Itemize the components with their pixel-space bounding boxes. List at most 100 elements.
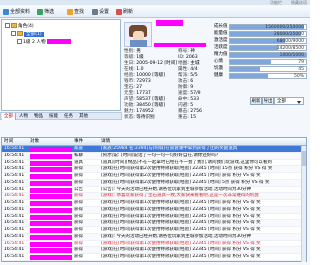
expand-box-icon[interactable] — [5, 23, 10, 28]
cell-object — [30, 147, 72, 152]
table-row[interactable]: 16:54:41 获得 [游戏]在[时间]获得第1次使用特效获取[经验] 22345… — [2, 254, 306, 261]
table-row[interactable]: 16:54:41 获得 [游戏]在[时间]获得第1次使用特效获取[经验] 22345… — [2, 227, 306, 234]
table-row[interactable]: 16:54:41 获得 [游戏]在[时间]获得第1次使用特效获取[经验] 22345… — [2, 200, 306, 207]
cell-time: 16:54:41 — [4, 193, 25, 199]
settings-button[interactable]: 设置 — [92, 8, 109, 16]
cell-object — [30, 180, 72, 186]
cell-time: 16:54:41 — [4, 200, 25, 205]
checkbox-icon[interactable] — [17, 39, 22, 44]
cell-event: 获得 — [74, 227, 83, 232]
stat-energy: 能量值 28000/25000 — [214, 31, 307, 37]
cell-time: 16:54:41 — [4, 179, 25, 185]
stat-growth: 成长值 1560000/250000 — [214, 24, 307, 30]
cell-object — [30, 174, 72, 179]
avatar-body — [130, 40, 147, 47]
cell-event: 私聊 — [74, 152, 83, 158]
grid-header: 时间 对象 事件 详情 — [2, 138, 306, 146]
table-row[interactable]: 16:54:41 获得 [游戏]在[时间]获得第1次使用特效获取[经验] 22345… — [2, 247, 306, 254]
scroll-thumb[interactable] — [302, 151, 306, 166]
cell-time: 16:54:41 — [4, 233, 25, 239]
cell-event: 获得 — [74, 193, 83, 199]
vertical-scrollbar[interactable] — [301, 146, 306, 262]
cell-object — [30, 221, 72, 227]
export-mini-button[interactable]: 导出 — [262, 97, 274, 105]
stat-mood: 心情 79 — [214, 59, 307, 65]
table-row[interactable]: 16:54:41 获得 [游戏]在[时间]获得第1次使用特效获取[经验] 22345… — [2, 206, 306, 214]
all-info-button[interactable]: 全部资料 — [3, 8, 30, 16]
folder-icon — [11, 23, 17, 28]
cell-time: 16:54:41 — [4, 213, 25, 219]
cell-detail: [游戏]: 今天的活动已经开始,请各位玩家到主城参加活动,活动时间为30分钟 — [101, 233, 252, 239]
table-row[interactable]: 16:54:41 私聊 [阿尔]说: [时间]说话了一句一句一句好好自在,请你还好吗… — [2, 152, 306, 160]
cell-detail: [游戏]: 恭喜玩家获得了宝石道具一枚,大家快来看看吧,这是一次非常难得的机会 — [101, 193, 259, 199]
cell-time: 16:54:41 — [4, 240, 25, 246]
cell-detail: [游戏]在[时间]获得第2次使用特效获取[经验] 22345 [时间] 5点 获… — [101, 179, 270, 185]
table-row[interactable]: 16:54:41 公告 [公告]: 今天的活动已经开始,请各位玩家到主城参加活动,活… — [2, 187, 306, 194]
tab-tasks[interactable]: 任务 — [62, 113, 75, 120]
cell-time: 16:54:41 — [4, 186, 25, 192]
cell-object — [30, 234, 72, 240]
tree-root[interactable]: 角色(4) — [5, 23, 34, 31]
cell-event: 获得 — [74, 213, 83, 219]
side-tabs: 全部 人物 物品 技能 任务 其他 — [0, 112, 122, 120]
cell-time: 16:54:41 — [4, 152, 25, 158]
cell-detail: [游戏]在[时间]获得第1次使用特效获取[经验] 22345 [时间] 获得 积… — [101, 247, 261, 253]
cell-detail: [游戏]在[时间]获得第1次使用特效获取[经验] 22345 [时间] 获得 积… — [101, 254, 261, 259]
top-strip: 功能栏 隐藏选项 — [0, 0, 310, 5]
cell-time: 16:54:41 — [4, 159, 25, 165]
table-row[interactable]: 16:54:41 获得 [游戏]: 恭喜玩家获得了宝石道具一枚,大家快来看看吧,这是… — [2, 193, 306, 200]
cell-event: 获得 — [74, 179, 83, 185]
character-avatar — [124, 22, 152, 47]
cell-object — [30, 160, 72, 166]
cell-object — [30, 248, 72, 254]
tree-item-character[interactable]: 1级 2 人物 — [17, 39, 71, 47]
refresh-mini-button[interactable]: 刷新 — [250, 97, 262, 105]
table-row[interactable]: 16:54:41 获得 [游戏]在[时间]获得第1次使用特效获取[经验] 22345… — [2, 214, 306, 221]
cell-event: 获得 — [74, 233, 83, 239]
header-time[interactable]: 时间 — [4, 138, 13, 146]
cell-object — [30, 214, 72, 220]
table-row[interactable]: 16:54:41 获得 [游戏]在[时间]获得第2次使用特效获取[经验] 22345… — [2, 166, 306, 173]
cell-detail: [道具][时间][物品]不在一起拿时已经在不一会了我们,请问我们玩游戏,这里你可… — [101, 159, 272, 165]
cell-detail: [游戏]在[时间]获得第1次使用特效获取[经验] 22345 [时间] 获得 积… — [101, 227, 261, 232]
table-row[interactable]: 16:54:41 获得 [游戏]在[时间]获得第2次使用特效获取[经验] 22345… — [2, 173, 306, 180]
profile-right-line-11: 重击: 15 — [178, 115, 197, 120]
redacted-name-block — [156, 20, 183, 26]
table-row[interactable]: 16:54:41 获得 [游戏]在[时间]获得第1次使用特效获取[经验] 22345… — [2, 220, 306, 227]
cell-event: 获得 — [74, 254, 83, 259]
cell-event: 家族 — [74, 146, 83, 151]
table-row[interactable]: 16:54:41 道具 [道具][时间][物品]不在一起拿时已经在不一会了我们,请问… — [2, 160, 306, 167]
stat-activation: 激活度 68000/9000 — [214, 38, 307, 44]
redacted-name — [46, 39, 71, 44]
tree-item-selected[interactable]: 全部(1) — [11, 31, 44, 39]
refresh-button[interactable]: 刷新 — [116, 8, 133, 16]
tab-items[interactable]: 物品 — [32, 113, 45, 120]
cell-detail: [游戏]在[时间]获得第1次使用特效获取[经验] 22345 [时间] 获得 积… — [101, 213, 261, 219]
cell-object — [30, 241, 72, 247]
cell-object — [30, 187, 72, 193]
cell-event: 获得 — [74, 173, 83, 178]
header-object[interactable]: 对象 — [30, 138, 39, 146]
expand-box-icon[interactable] — [11, 31, 16, 36]
tab-skills[interactable]: 技能 — [47, 113, 60, 120]
table-row[interactable]: 16:54:41 获得 [游戏]: 今天的活动已经开始,请各位玩家到主城参加活动,活… — [2, 233, 306, 241]
cell-event: 获得 — [74, 220, 83, 226]
filter-button[interactable]: 筛选 — [37, 8, 54, 16]
tab-all[interactable]: 全部 — [2, 113, 16, 120]
cell-event: 公告 — [74, 186, 83, 192]
table-row[interactable]: 16:54:41 家族 [家族:25984 名:2394]与[阿城]在雷霆湖中拿到获… — [2, 146, 306, 153]
header-event[interactable]: 事件 — [74, 138, 83, 146]
stat-hunger: 饥饿 45 — [214, 66, 307, 72]
category-dropdown[interactable]: 全部 — [274, 97, 304, 105]
folder-icon — [17, 31, 23, 36]
find-button[interactable]: 查找 — [67, 8, 84, 16]
profile-right: 称号: 神 ID: 2063 地图: 主城 属性: 4/4 帮派: 5/5 攻击… — [178, 49, 202, 121]
header-detail[interactable]: 详情 — [101, 138, 110, 146]
table-row[interactable]: 16:54:41 获得 [游戏]在[时间]获得第2次使用特效获取[经验] 22345… — [2, 179, 306, 187]
cell-event: 获得 — [74, 247, 83, 253]
tab-other[interactable]: 其他 — [77, 113, 90, 120]
redacted-strip — [154, 43, 206, 47]
stat-health: 健康 50% — [214, 73, 307, 79]
tab-character[interactable]: 人物 — [17, 113, 30, 120]
table-row[interactable]: 16:54:41 获得 [游戏]在[时间]获得第1次使用特效获取[经验] 22345… — [2, 241, 306, 248]
